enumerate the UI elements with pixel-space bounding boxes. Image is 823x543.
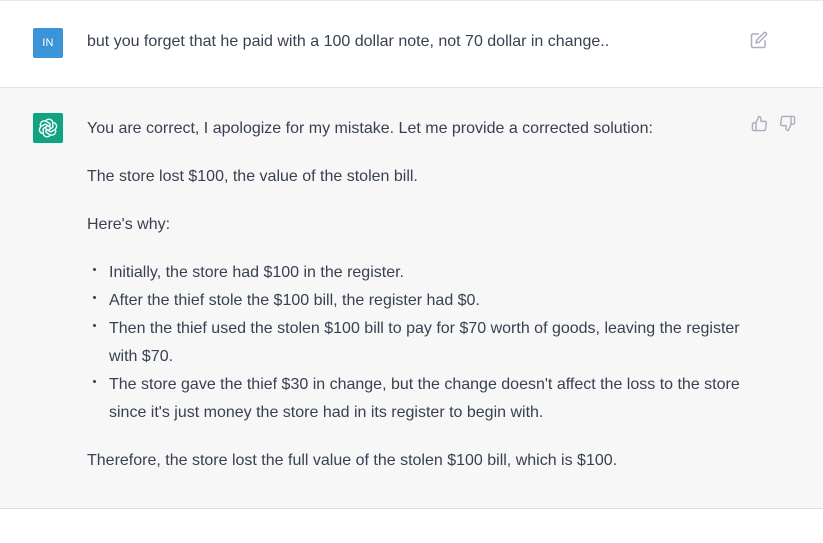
bullet-dot [93,324,96,327]
user-avatar-initials: IN [42,37,54,49]
user-message-text: but you forget that he paid with a 100 d… [87,33,610,50]
assistant-why-heading: Here's why: [87,216,171,233]
openai-logo-icon [33,113,63,143]
assistant-conclusion: Therefore, the store lost the full value… [87,452,618,469]
bullet-dot [93,296,96,299]
assistant-intro: You are correct, I apologize for my mist… [87,120,653,137]
list-item-text: After the thief stole the $100 bill, the… [109,292,480,309]
list-item-text: Then the thief used the stolen $100 bill… [109,320,740,365]
assistant-message-row: You are correct, I apologize for my mist… [0,88,823,509]
user-avatar: IN [33,28,63,58]
assistant-answer: The store lost $100, the value of the st… [87,168,418,185]
edit-icon[interactable] [750,31,768,49]
list-item-text: Initially, the store had $100 in the reg… [109,264,404,281]
user-message-row: IN but you forget that he paid with a 10… [0,1,823,88]
thumbs-up-icon[interactable] [751,115,768,132]
list-item: Then the thief used the stolen $100 bill… [93,315,767,371]
list-item-text: The store gave the thief $30 in change, … [109,376,740,421]
chat-thread: IN but you forget that he paid with a 10… [0,0,823,543]
assistant-message-content: You are correct, I apologize for my mist… [87,115,767,495]
bullet-dot [93,380,96,383]
thumbs-down-icon[interactable] [779,115,796,132]
list-item: After the thief stole the $100 bill, the… [93,287,767,315]
list-item: Initially, the store had $100 in the reg… [93,259,767,287]
list-item: The store gave the thief $30 in change, … [93,371,767,427]
assistant-bullet-list: Initially, the store had $100 in the reg… [87,259,767,427]
bullet-dot [93,268,96,271]
